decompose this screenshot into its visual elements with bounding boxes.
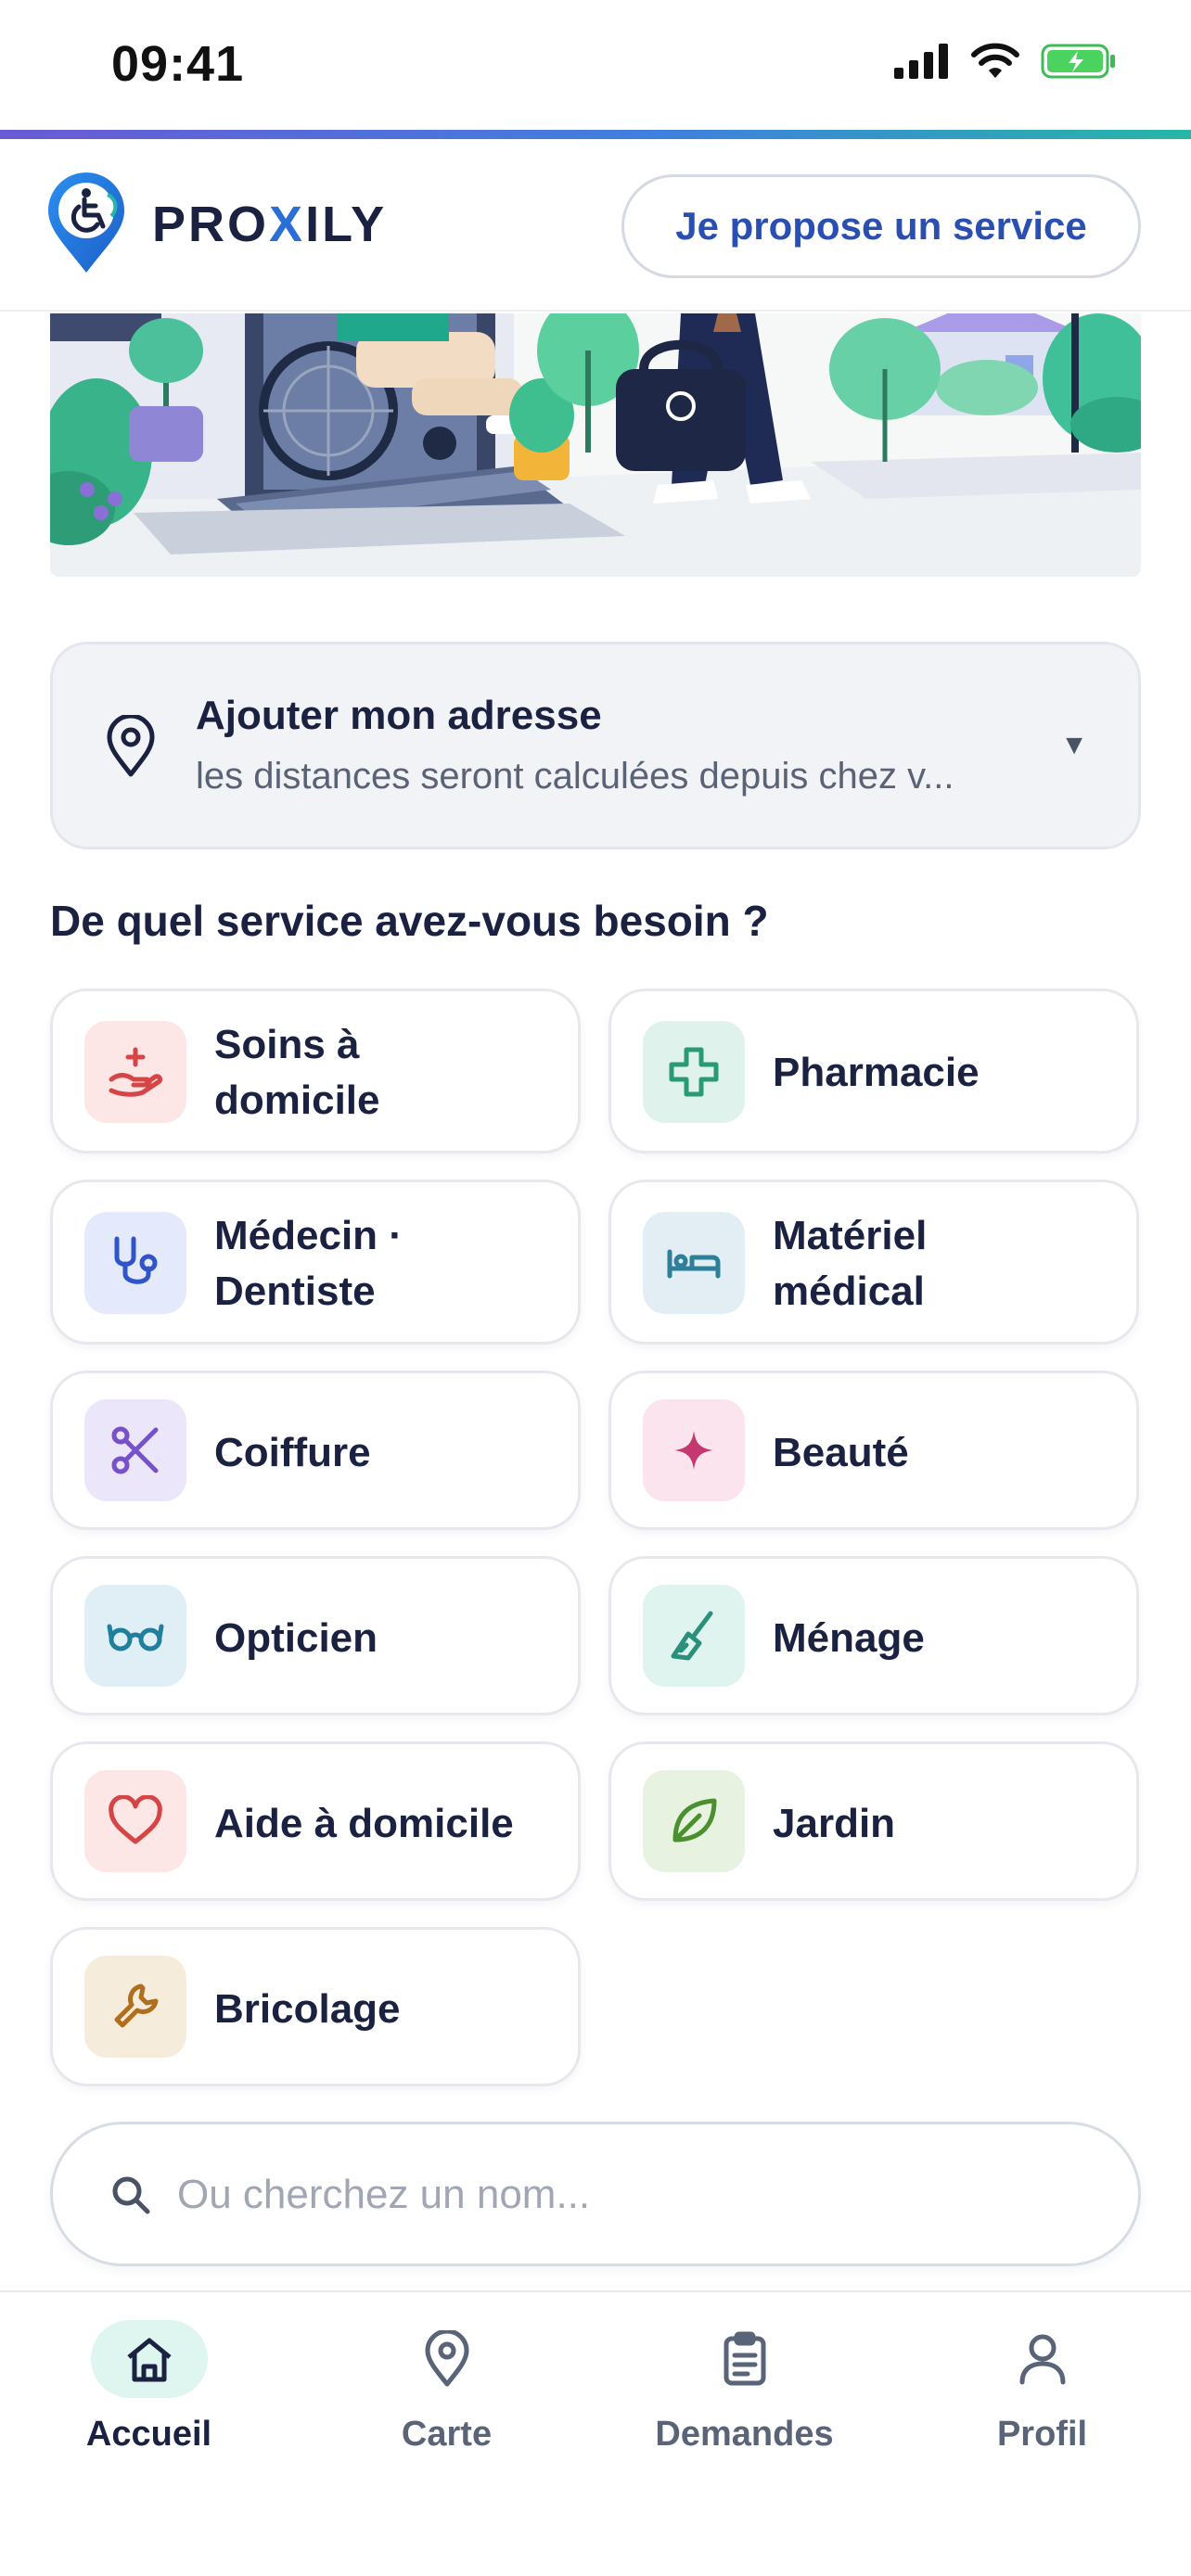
service-tile-menage[interactable]: Ménage: [608, 1556, 1139, 1715]
wifi-icon: [971, 43, 1019, 78]
service-tile-bricolage[interactable]: Bricolage: [50, 1927, 581, 2086]
scissors-icon: [84, 1399, 186, 1501]
service-tile-materiel-medical[interactable]: Matériel médical: [608, 1180, 1139, 1345]
pharmacy-cross-icon: [643, 1021, 745, 1123]
service-tile-medecin-dentiste[interactable]: Médecin · Dentiste: [50, 1180, 581, 1345]
signal-icon: [894, 44, 948, 79]
accent-gradient-bar: [0, 130, 1191, 139]
hero-scene: [50, 313, 1141, 577]
hero-illustration: [50, 313, 1141, 577]
service-label: Matériel médical: [773, 1213, 928, 1314]
service-label: Jardin: [773, 1801, 896, 1846]
service-label: Aide à domicile: [214, 1801, 514, 1846]
nav-item-profil[interactable]: Profil: [893, 2320, 1191, 2455]
service-tile-pharmacie[interactable]: Pharmacie: [608, 988, 1139, 1154]
logo[interactable]: PROXILY: [46, 172, 387, 276]
broom-icon: [643, 1585, 745, 1687]
hospital-bed-icon: [643, 1212, 745, 1314]
status-icons: [894, 43, 1117, 80]
logo-text: PROXILY: [152, 197, 388, 252]
clipboard-icon: [686, 2320, 803, 2398]
search-bar[interactable]: [50, 2122, 1141, 2266]
service-tile-soins-a-domicile[interactable]: Soins à domicile: [50, 988, 581, 1154]
service-label: Coiffure: [214, 1430, 371, 1475]
map-pin-icon: [389, 2320, 506, 2398]
service-tile-coiffure[interactable]: Coiffure: [50, 1371, 581, 1530]
leaf-icon: [643, 1770, 745, 1872]
hand-care-icon: [84, 1021, 186, 1123]
service-tile-aide-a-domicile[interactable]: Aide à domicile: [50, 1741, 581, 1901]
glasses-icon: [84, 1585, 186, 1687]
service-tile-opticien[interactable]: Opticien: [50, 1556, 581, 1715]
nav-label: Carte: [401, 2415, 493, 2454]
status-bar: 09:41: [0, 0, 1191, 130]
heart-icon: [84, 1770, 186, 1872]
caret-down-icon: ▼: [1060, 730, 1088, 760]
nav-label: Demandes: [655, 2415, 834, 2454]
status-time: 09:41: [111, 36, 245, 92]
nav-label: Accueil: [85, 2415, 212, 2454]
service-tile-beaute[interactable]: Beauté: [608, 1371, 1139, 1530]
search-icon: [112, 2176, 150, 2214]
user-icon: [984, 2320, 1101, 2398]
service-label: Bricolage: [214, 1986, 401, 2032]
battery-icon: [1041, 44, 1115, 79]
service-label: Médecin · Dentiste: [214, 1213, 403, 1314]
sparkle-icon: [643, 1399, 745, 1501]
location-pin-icon: [107, 715, 155, 777]
service-label: Beauté: [773, 1430, 909, 1475]
nav-item-demandes[interactable]: Demandes: [596, 2320, 893, 2455]
service-label: Soins à domicile: [214, 1022, 380, 1123]
accessibility-pin-icon: [48, 172, 124, 273]
search-input[interactable]: [177, 2165, 1086, 2225]
nav-label: Profil: [996, 2415, 1088, 2454]
app-header: PROXILY Je propose un service: [0, 139, 1191, 312]
stethoscope-icon: [84, 1212, 186, 1314]
address-subtitle: les distances seront calculées depuis ch…: [196, 756, 954, 797]
service-label: Pharmacie: [773, 1050, 980, 1095]
propose-service-button[interactable]: Je propose un service: [621, 174, 1141, 278]
section-title: De quel service avez-vous besoin ?: [50, 897, 769, 945]
service-label: Opticien: [214, 1615, 378, 1661]
wrench-icon: [84, 1956, 186, 2058]
nav-item-carte[interactable]: Carte: [298, 2320, 596, 2455]
service-tile-jardin[interactable]: Jardin: [608, 1741, 1139, 1901]
address-selector[interactable]: Ajouter mon adresse les distances seront…: [50, 642, 1141, 849]
bottom-nav: Accueil Carte Demandes Profil: [0, 2290, 1191, 2576]
service-label: Ménage: [773, 1615, 925, 1661]
nav-item-accueil[interactable]: Accueil: [0, 2320, 298, 2455]
address-title: Ajouter mon adresse: [196, 693, 602, 738]
home-icon: [90, 2320, 208, 2398]
